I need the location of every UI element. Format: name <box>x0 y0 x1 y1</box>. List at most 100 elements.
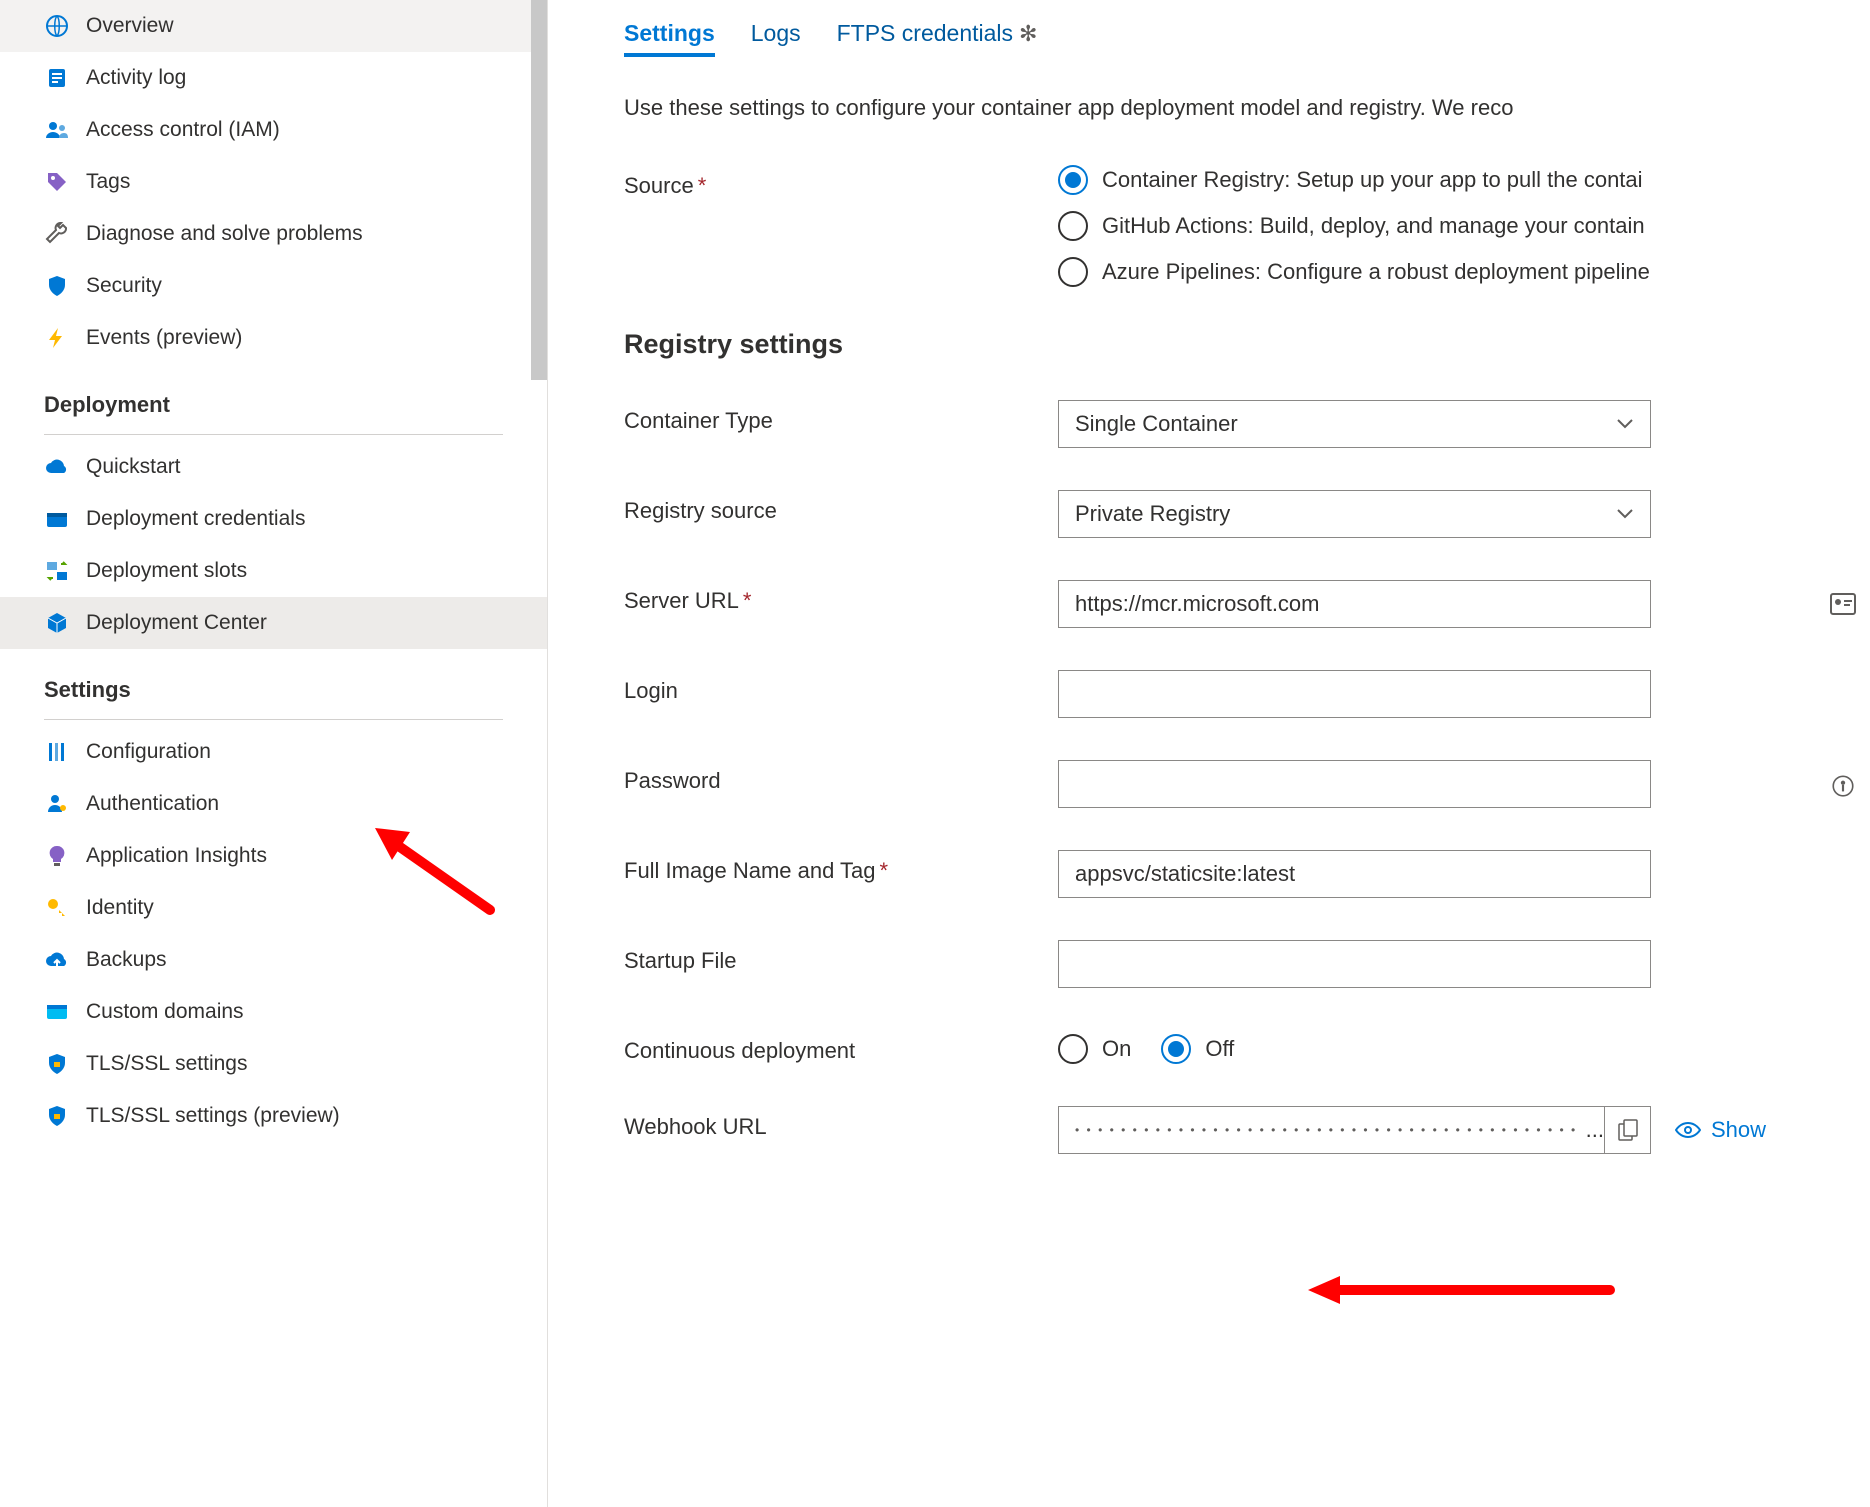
server-url-input[interactable] <box>1058 580 1651 628</box>
radio-github-actions[interactable]: GitHub Actions: Build, deploy, and manag… <box>1058 211 1870 241</box>
people-icon <box>44 117 70 143</box>
sidebar-item-overview[interactable]: Overview <box>0 0 547 52</box>
sidebar-item-security[interactable]: Security <box>0 260 547 312</box>
chevron-down-icon <box>1616 415 1634 433</box>
sidebar-item-label: Overview <box>86 14 174 38</box>
field-label: Continuous deployment <box>624 1030 1058 1064</box>
sidebar-item-tls-ssl[interactable]: TLS/SSL settings <box>0 1038 547 1090</box>
sidebar-item-identity[interactable]: Identity <box>0 882 547 934</box>
label-text: Server URL <box>624 588 739 613</box>
log-icon <box>44 65 70 91</box>
globe-icon <box>44 13 70 39</box>
registry-settings-heading: Registry settings <box>624 329 1870 360</box>
field-password: Password <box>624 760 1870 808</box>
field-source: Source* Container Registry: Setup up you… <box>624 165 1870 287</box>
radio-icon <box>1058 257 1088 287</box>
sidebar-item-quickstart[interactable]: Quickstart <box>0 441 547 493</box>
sidebar-item-label: Backups <box>86 948 167 972</box>
sidebar-item-label: Diagnose and solve problems <box>86 222 363 246</box>
tab-bar: Settings Logs FTPS credentials✻ <box>624 20 1870 55</box>
sidebar-item-deploy-slots[interactable]: Deployment slots <box>0 545 547 597</box>
container-type-select[interactable]: Single Container <box>1058 400 1651 448</box>
registry-source-select[interactable]: Private Registry <box>1058 490 1651 538</box>
sidebar-item-label: Application Insights <box>86 844 267 868</box>
sidebar: Overview Activity log Access control (IA… <box>0 0 548 1507</box>
sidebar-item-deploy-credentials[interactable]: Deployment credentials <box>0 493 547 545</box>
sidebar-item-label: Configuration <box>86 740 211 764</box>
radio-label: On <box>1102 1036 1131 1062</box>
field-label: Webhook URL <box>624 1106 1058 1140</box>
sidebar-item-custom-domains[interactable]: Custom domains <box>0 986 547 1038</box>
sidebar-item-label: TLS/SSL settings <box>86 1052 247 1076</box>
chevron-down-icon <box>1616 505 1634 523</box>
masked-value: • • • • • • • • • • • • • • • • • • • • … <box>1075 1123 1582 1137</box>
sidebar-item-label: Deployment Center <box>86 611 267 635</box>
sidebar-item-app-insights[interactable]: Application Insights <box>0 830 547 882</box>
radio-label: Azure Pipelines: Configure a robust depl… <box>1102 259 1650 285</box>
password-input[interactable] <box>1058 760 1651 808</box>
show-button[interactable]: Show <box>1675 1117 1766 1143</box>
radio-label: GitHub Actions: Build, deploy, and manag… <box>1102 213 1645 239</box>
login-input[interactable] <box>1058 670 1651 718</box>
tab-ftps-credentials[interactable]: FTPS credentials✻ <box>837 20 1038 55</box>
startup-file-input[interactable] <box>1058 940 1651 988</box>
field-continuous-deployment: Continuous deployment On Off <box>624 1030 1870 1064</box>
sidebar-item-tls-ssl-preview[interactable]: TLS/SSL settings (preview) <box>0 1090 547 1142</box>
eye-icon <box>1675 1121 1701 1139</box>
sidebar-item-configuration[interactable]: Configuration <box>0 726 547 778</box>
sidebar-item-label: Deployment credentials <box>86 507 305 531</box>
field-label: Full Image Name and Tag* <box>624 850 1058 884</box>
sidebar-item-deployment-center[interactable]: Deployment Center <box>0 597 547 649</box>
password-reveal-icon[interactable] <box>1830 773 1856 795</box>
unsaved-indicator-icon: ✻ <box>1019 21 1037 46</box>
required-icon: * <box>698 173 707 198</box>
sidebar-item-authentication[interactable]: Authentication <box>0 778 547 830</box>
sidebar-item-label: Custom domains <box>86 1000 244 1024</box>
radio-cd-off[interactable]: Off <box>1161 1034 1234 1064</box>
radio-azure-pipelines[interactable]: Azure Pipelines: Configure a robust depl… <box>1058 257 1870 287</box>
required-icon: * <box>880 858 889 883</box>
radio-icon <box>1161 1034 1191 1064</box>
sidebar-section-deployment: Deployment <box>0 364 547 428</box>
creds-icon <box>44 506 70 532</box>
field-label: Startup File <box>624 940 1058 974</box>
sidebar-item-events[interactable]: Events (preview) <box>0 312 547 364</box>
sidebar-item-diagnose[interactable]: Diagnose and solve problems <box>0 208 547 260</box>
radio-label: Off <box>1205 1036 1234 1062</box>
box-icon <box>44 610 70 636</box>
field-label: Container Type <box>624 400 1058 434</box>
radio-cd-on[interactable]: On <box>1058 1034 1131 1064</box>
copy-button[interactable] <box>1604 1106 1650 1154</box>
radio-icon <box>1058 211 1088 241</box>
sidebar-item-label: Deployment slots <box>86 559 247 583</box>
divider <box>44 719 503 720</box>
lightbulb-icon <box>44 843 70 869</box>
tab-logs[interactable]: Logs <box>751 20 801 55</box>
field-login: Login <box>624 670 1870 718</box>
browser-icon <box>44 999 70 1025</box>
slots-icon <box>44 558 70 584</box>
continuous-deployment-radio-group: On Off <box>1058 1030 1870 1064</box>
image-name-tag-input[interactable] <box>1058 850 1651 898</box>
field-webhook-url: Webhook URL • • • • • • • • • • • • • • … <box>624 1106 1870 1154</box>
radio-container-registry[interactable]: Container Registry: Setup up your app to… <box>1058 165 1870 195</box>
credentials-card-icon <box>1830 593 1856 615</box>
show-label: Show <box>1711 1117 1766 1143</box>
sidebar-item-activity-log[interactable]: Activity log <box>0 52 547 104</box>
sidebar-scrollbar[interactable] <box>531 0 547 380</box>
select-value: Private Registry <box>1075 501 1230 527</box>
truncation-ellipsis: ... <box>1586 1117 1604 1143</box>
tab-label: FTPS credentials <box>837 20 1013 46</box>
sidebar-item-access-control[interactable]: Access control (IAM) <box>0 104 547 156</box>
cloud-icon <box>44 454 70 480</box>
sidebar-item-backups[interactable]: Backups <box>0 934 547 986</box>
main-content: Settings Logs FTPS credentials✻ Use thes… <box>548 0 1870 1507</box>
shield-lock-icon <box>44 1103 70 1129</box>
tab-settings[interactable]: Settings <box>624 20 715 55</box>
sidebar-item-tags[interactable]: Tags <box>0 156 547 208</box>
select-value: Single Container <box>1075 411 1238 437</box>
sidebar-item-label: Tags <box>86 170 130 194</box>
sidebar-item-label: Authentication <box>86 792 219 816</box>
webhook-url-input[interactable]: • • • • • • • • • • • • • • • • • • • • … <box>1058 1106 1651 1154</box>
field-registry-source: Registry source Private Registry <box>624 490 1870 538</box>
